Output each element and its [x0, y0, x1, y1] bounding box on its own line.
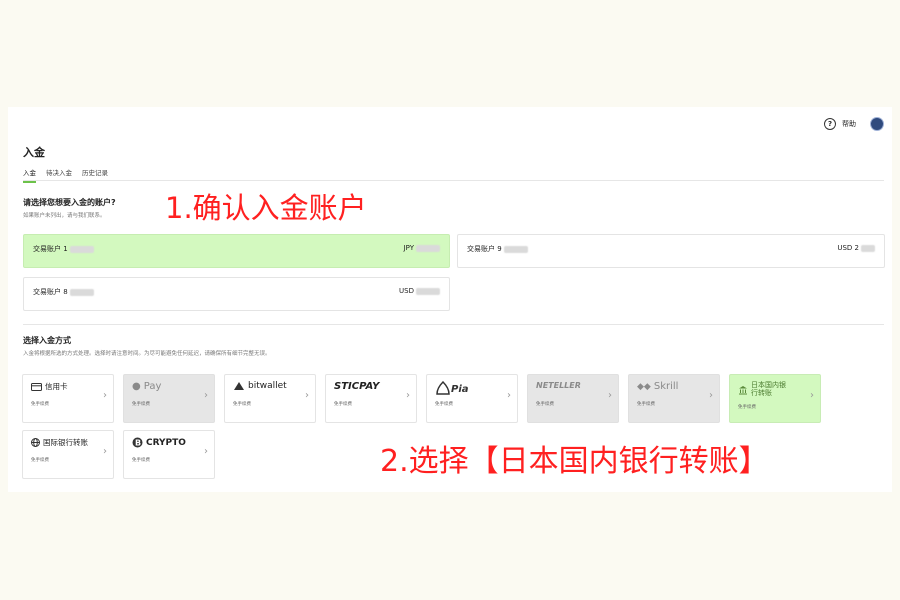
fee-text: 免手续费 [334, 402, 352, 407]
chevron-right-icon: › [406, 390, 410, 401]
masked-number [69, 288, 94, 296]
fee-text: 免手续费 [233, 402, 251, 407]
credit-card-icon [31, 382, 42, 391]
chevron-right-icon: › [709, 390, 713, 401]
chevron-right-icon: › [507, 390, 511, 401]
method-section-heading: 选择入金方式 [23, 336, 71, 345]
method-label: 国际银行转账 [43, 438, 88, 447]
method-label: 日本国内银行转账 [751, 381, 786, 397]
help-link[interactable]: 帮助 [842, 119, 856, 129]
globe-icon [31, 438, 40, 447]
apple-icon: ● [132, 381, 141, 392]
deposit-panel: ? 帮助 入金 入金 待决入金 历史记录 请选择您想要入金的账户? 如果账户未列… [8, 107, 892, 492]
account-name: 交易账户 9 [467, 245, 502, 253]
svg-text:Pia: Pia [451, 384, 469, 395]
account-name: 交易账户 8 [33, 288, 68, 296]
chevron-right-icon: › [608, 390, 612, 401]
sticpay-logo: STICPAY [334, 381, 380, 392]
svg-text:B: B [135, 439, 141, 448]
method-piastrix[interactable]: Pia 免手续费 › [426, 374, 518, 423]
tabs-divider [23, 180, 884, 181]
method-label: CRYPTO [146, 437, 186, 448]
top-bar: ? 帮助 [824, 117, 884, 131]
account-card-1[interactable]: 交易账户 1 JPY [23, 234, 450, 268]
help-icon[interactable]: ? [824, 118, 836, 130]
fee-text: 免手续费 [132, 402, 150, 407]
method-label: bitwallet [248, 381, 287, 391]
neteller-logo: NETELLER [536, 381, 581, 390]
piastrix-logo: Pia [436, 381, 469, 395]
chevron-right-icon: › [204, 390, 208, 401]
account-section-heading: 请选择您想要入金的账户? [23, 198, 116, 207]
fee-text: 免手续费 [132, 458, 150, 463]
method-section-subtext: 入金将根据所选的方式处理。选择时请注意时间。为尽可能避免任何延迟，请确保所有细节… [23, 351, 271, 357]
masked-number [503, 245, 528, 253]
chevron-right-icon: › [810, 390, 814, 401]
masked-number [69, 245, 94, 253]
fee-text: 免手续费 [536, 402, 554, 407]
bitwallet-icon [234, 382, 244, 390]
account-currency: USD 2 [837, 244, 859, 252]
chevron-right-icon: › [204, 446, 208, 457]
annotation-step1: 1.确认入金账户 [165, 191, 367, 225]
account-currency: USD [399, 287, 414, 295]
method-label: 信用卡 [45, 382, 68, 391]
method-sticpay[interactable]: STICPAY 免手续费 › [325, 374, 417, 423]
account-card-3[interactable]: 交易账户 8 USD [23, 277, 450, 311]
fee-text: 免手续费 [637, 402, 655, 407]
avatar[interactable] [870, 117, 884, 131]
section-divider [23, 324, 884, 325]
page-title: 入金 [23, 146, 45, 159]
annotation-step2: 2.选择【日本国内银行转账】 [380, 444, 769, 479]
method-label: Pay [143, 381, 162, 392]
method-credit-card[interactable]: 信用卡 免手续费 › [22, 374, 114, 423]
account-section-subtext: 如果账户未列出，请与我们联系。 [23, 213, 106, 219]
bitcoin-icon: B [132, 437, 143, 448]
method-label: Skrill [653, 381, 679, 392]
method-apple-pay[interactable]: ● Pay 免手续费 › [123, 374, 215, 423]
fee-text: 免手续费 [31, 458, 49, 463]
fee-text: 免手续费 [738, 405, 756, 410]
masked-balance [416, 244, 440, 252]
account-currency: JPY [403, 244, 414, 252]
method-skrill[interactable]: ◆◆ Skrill 免手续费 › [628, 374, 720, 423]
chevron-right-icon: › [305, 390, 309, 401]
bank-icon [739, 386, 747, 395]
chevron-right-icon: › [103, 446, 107, 457]
chevron-right-icon: › [103, 390, 107, 401]
method-bitwallet[interactable]: bitwallet 免手续费 › [224, 374, 316, 423]
fee-text: 免手续费 [435, 402, 453, 407]
method-neteller[interactable]: NETELLER 免手续费 › [527, 374, 619, 423]
fee-text: 免手续费 [31, 402, 49, 407]
masked-balance [861, 244, 875, 252]
method-international-bank-transfer[interactable]: 国际银行转账 免手续费 › [22, 430, 114, 479]
method-japan-bank-transfer[interactable]: 日本国内银行转账 免手续费 › [729, 374, 821, 423]
account-card-2[interactable]: 交易账户 9 USD 2 [457, 234, 885, 268]
masked-balance [416, 287, 440, 295]
skrill-icon: ◆◆ [637, 381, 651, 392]
account-name: 交易账户 1 [33, 245, 68, 253]
method-crypto[interactable]: B CRYPTO 免手续费 › [123, 430, 215, 479]
